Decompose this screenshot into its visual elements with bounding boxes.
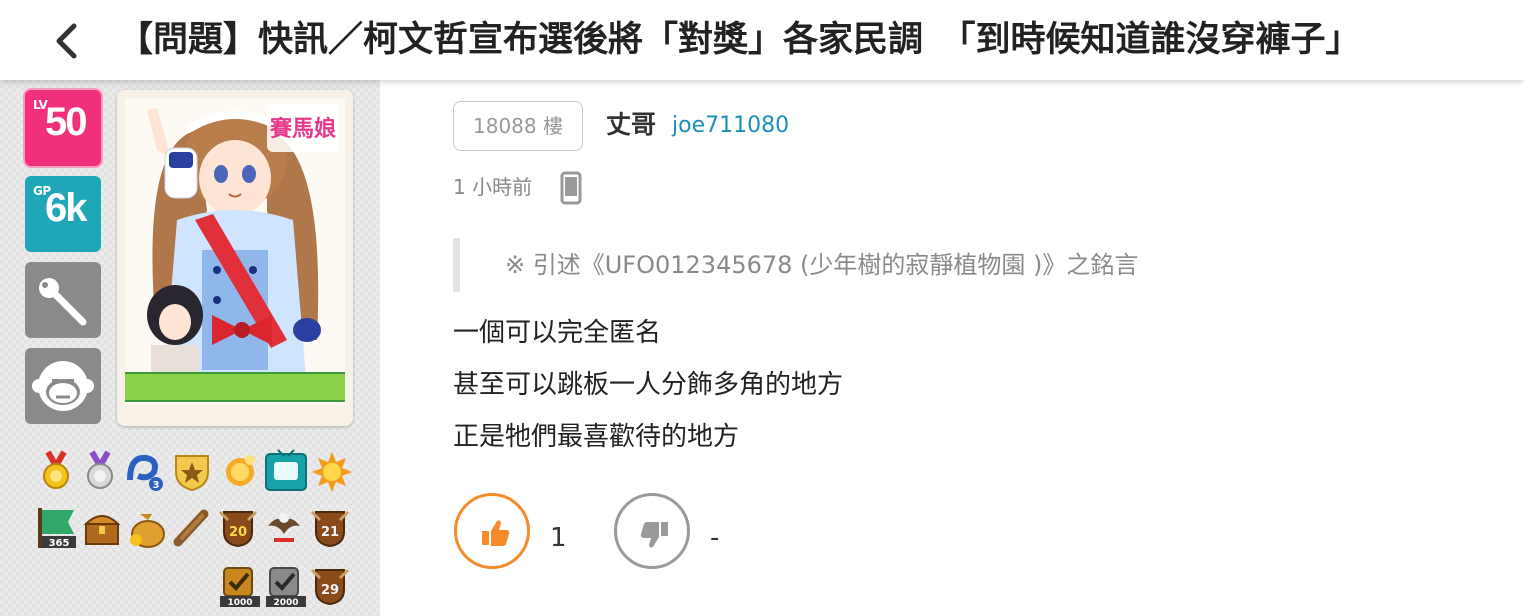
page-title: 【問題】快訊／柯文哲宣布選後將「對獎」各家民調 「到時候知道誰沒穿褲子」 [118,20,1361,60]
money-bag-icon[interactable] [126,506,166,548]
mobile-phone-icon [560,171,582,205]
eagle-badge-icon[interactable] [264,506,304,548]
medal-number-label: 1000 [227,598,252,608]
thumbs-up-icon [482,520,510,546]
star-shield-icon[interactable] [172,450,212,492]
sun-coin-icon[interactable] [220,450,260,492]
wooden-club-icon[interactable] [172,506,212,548]
badge-21-icon[interactable]: 21 [310,506,350,548]
medal-number-label: 3 [153,480,160,491]
medal-collection: 3 365 20 21 1000 2000 29 [0,80,380,616]
medal-number-label: 29 [321,583,339,598]
gold-medal-icon[interactable] [36,450,76,492]
chevron-left-icon [56,23,77,59]
back-button[interactable] [40,18,90,64]
medal-number-label: 20 [229,525,247,540]
author-sidebar: LV 50 GP 6k 賽馬娘 3 365 20 21 1000 2000 29 [0,80,380,616]
sun-badge-icon[interactable] [312,450,352,492]
treasure-chest-icon[interactable] [82,506,122,548]
downvote-button[interactable] [614,493,690,569]
quote-block: ※ 引述《UFO012345678 (少年樹的寂靜植物園 )》之銘言 [453,238,1360,292]
post-body-line: 甚至可以跳板一人分飾多角的地方 [453,370,844,400]
reply-post: 18088 樓 丈哥 joe711080 1 小時前 ※ 引述《UFO01234… [380,80,1524,616]
thumbs-down-icon [640,522,668,548]
medal-number-label: 365 [49,538,70,549]
downvote-count: - [710,523,720,553]
silver-medal-icon[interactable] [80,450,120,492]
badge-20-icon[interactable]: 20 [218,506,258,548]
medal-number-label: 21 [321,525,339,540]
checkbox-1000-icon[interactable]: 1000 [218,564,260,608]
post-body-line: 正是牠們最喜歡待的地方 [453,422,740,452]
badge-29-icon[interactable]: 29 [310,564,350,606]
author-id-link[interactable]: joe711080 [672,111,789,141]
quote-text: ※ 引述《UFO012345678 (少年樹的寂靜植物園 )》之銘言 [505,251,1139,279]
flag-365-icon[interactable]: 365 [34,506,76,549]
post-time: 1 小時前 [453,175,533,199]
blue-dragon-badge-icon[interactable]: 3 [124,450,164,492]
checkbox-2000-icon[interactable]: 2000 [264,564,306,608]
upvote-button[interactable] [454,493,530,569]
floor-number[interactable]: 18088 樓 [453,101,583,151]
author-name[interactable]: 丈哥 [606,108,656,142]
post-body-line: 一個可以完全匿名 [453,318,662,348]
upvote-count: 1 [550,523,567,553]
tv-badge-icon[interactable] [264,448,307,491]
page: 【問題】快訊／柯文哲宣布選後將「對獎」各家民調 「到時候知道誰沒穿褲子」 LV … [0,0,1524,616]
top-bar: 【問題】快訊／柯文哲宣布選後將「對獎」各家民調 「到時候知道誰沒穿褲子」 [0,0,1524,80]
medal-number-label: 2000 [273,598,298,608]
